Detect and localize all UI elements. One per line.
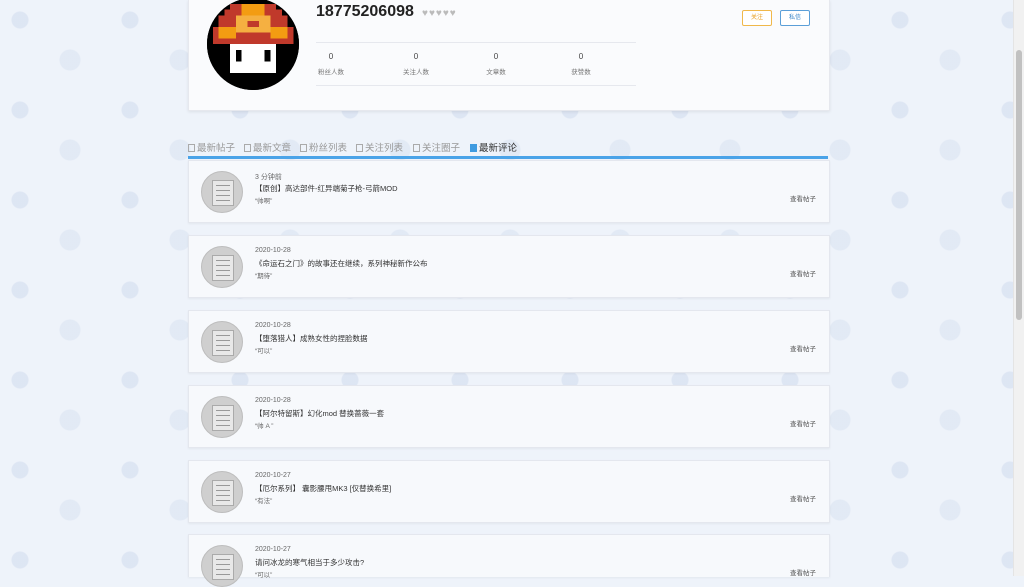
comment-date: 2020-10-28 <box>255 322 291 329</box>
doc-icon <box>413 144 420 153</box>
comment-item: 2020-10-28 《命运石之门》的故事还在继续，系列神秘新作公布 “期待” … <box>188 235 830 298</box>
scrollbar-thumb[interactable] <box>1016 50 1022 320</box>
doc-icon <box>356 144 363 153</box>
post-title-link[interactable]: 【堕落猎人】成熟女性的捏脸数据 <box>255 333 368 344</box>
post-title-link[interactable]: 【阿尔特留斯】幻化mod 替换蔷薇一套 <box>255 408 384 419</box>
stat-value: 0 <box>413 52 419 61</box>
comment-item: 3 分钟前 【原创】高达部件-红异端菊子枪-弓箭MOD “帅啊” 查看帖子 <box>188 160 830 223</box>
comment-date: 3 分钟前 <box>255 174 282 181</box>
document-thumbnail-icon <box>201 321 243 363</box>
doc-icon <box>300 144 307 153</box>
document-thumbnail-icon <box>201 171 243 213</box>
doc-icon <box>470 144 477 153</box>
stat-label: 获赞数 <box>571 69 591 76</box>
stat-fans[interactable]: 0 粉丝人数 <box>301 52 361 76</box>
tab-fans-list[interactable]: 粉丝列表 <box>300 140 347 154</box>
view-post-link[interactable]: 查看帖子 <box>790 493 816 503</box>
tab-label: 最新文章 <box>253 143 292 154</box>
avatar[interactable] <box>207 0 299 90</box>
post-title-link[interactable]: 【厄尔系列】 囊影腰甩MK3 [仅替换希里] <box>255 483 391 494</box>
tab-following-list[interactable]: 关注列表 <box>356 140 403 154</box>
comment-date: 2020-10-27 <box>255 546 291 553</box>
view-post-link[interactable]: 查看帖子 <box>790 343 816 353</box>
comment-item: 2020-10-28 【阿尔特留斯】幻化mod 替换蔷薇一套 “帅 A ” 查看… <box>188 385 830 448</box>
stats-divider-top <box>316 42 636 43</box>
tab-latest-articles[interactable]: 最新文章 <box>244 140 291 154</box>
comment-text: “有法” <box>255 498 273 505</box>
stat-label: 粉丝人数 <box>318 69 344 76</box>
mushroom-avatar-icon <box>207 0 299 90</box>
doc-icon <box>244 144 251 153</box>
document-thumbnail-icon <box>201 545 243 587</box>
tab-latest-posts[interactable]: 最新帖子 <box>188 140 235 154</box>
post-title-link[interactable]: 请问冰龙的寒气相当于多少攻击? <box>255 557 364 568</box>
tab-latest-comments[interactable]: 最新评论 <box>470 140 517 154</box>
document-thumbnail-icon <box>201 246 243 288</box>
stat-value: 0 <box>493 52 499 61</box>
stat-likes[interactable]: 0 获赞数 <box>551 52 611 76</box>
tab-label: 粉丝列表 <box>309 143 348 154</box>
page-scrollbar[interactable] <box>1013 0 1024 576</box>
comment-date: 2020-10-28 <box>255 397 291 404</box>
tab-followed-circles[interactable]: 关注圈子 <box>413 140 460 154</box>
message-button[interactable]: 私信 <box>780 10 810 26</box>
post-title-link[interactable]: 【原创】高达部件-红异端菊子枪-弓箭MOD <box>255 183 398 194</box>
stat-label: 文章数 <box>486 69 506 76</box>
profile-tabs: 最新帖子 最新文章 粉丝列表 关注列表 关注圈子 最新评论 <box>188 140 828 156</box>
profile-card: 18775206098 ♥♥♥♥♥ 关注 私信 0 粉丝人数 0 关注人数 0 … <box>188 0 830 111</box>
view-post-link[interactable]: 查看帖子 <box>790 418 816 428</box>
stat-value: 0 <box>328 52 334 61</box>
doc-icon <box>188 144 195 153</box>
stats-divider-bottom <box>316 85 636 86</box>
tab-label: 最新评论 <box>479 143 518 154</box>
comment-text: “帅啊” <box>255 198 273 205</box>
view-post-link[interactable]: 查看帖子 <box>790 193 816 203</box>
level-hearts-icon: ♥♥♥♥♥ <box>422 8 457 19</box>
stat-following[interactable]: 0 关注人数 <box>386 52 446 76</box>
tab-label: 关注圈子 <box>422 143 461 154</box>
comment-text: “帅 A ” <box>255 423 274 430</box>
document-thumbnail-icon <box>201 396 243 438</box>
stat-articles[interactable]: 0 文章数 <box>466 52 526 76</box>
post-title-link[interactable]: 《命运石之门》的故事还在继续，系列神秘新作公布 <box>255 258 428 269</box>
comment-text: “期待” <box>255 273 273 280</box>
document-thumbnail-icon <box>201 471 243 513</box>
comment-date: 2020-10-28 <box>255 247 291 254</box>
comment-item: 2020-10-28 【堕落猎人】成熟女性的捏脸数据 “可以” 查看帖子 <box>188 310 830 373</box>
comment-text: “可以” <box>255 572 273 579</box>
view-post-link[interactable]: 查看帖子 <box>790 268 816 278</box>
follow-button[interactable]: 关注 <box>742 10 772 26</box>
comment-item: 2020-10-27 请问冰龙的寒气相当于多少攻击? “可以” 查看帖子 <box>188 534 830 587</box>
comment-date: 2020-10-27 <box>255 472 291 479</box>
tab-label: 最新帖子 <box>197 143 236 154</box>
comment-text: “可以” <box>255 348 273 355</box>
tab-label: 关注列表 <box>365 143 404 154</box>
stat-value: 0 <box>578 52 584 61</box>
stat-label: 关注人数 <box>403 69 429 76</box>
tab-active-bar <box>188 156 828 159</box>
username: 18775206098 <box>316 3 414 20</box>
comment-item: 2020-10-27 【厄尔系列】 囊影腰甩MK3 [仅替换希里] “有法” 查… <box>188 460 830 523</box>
